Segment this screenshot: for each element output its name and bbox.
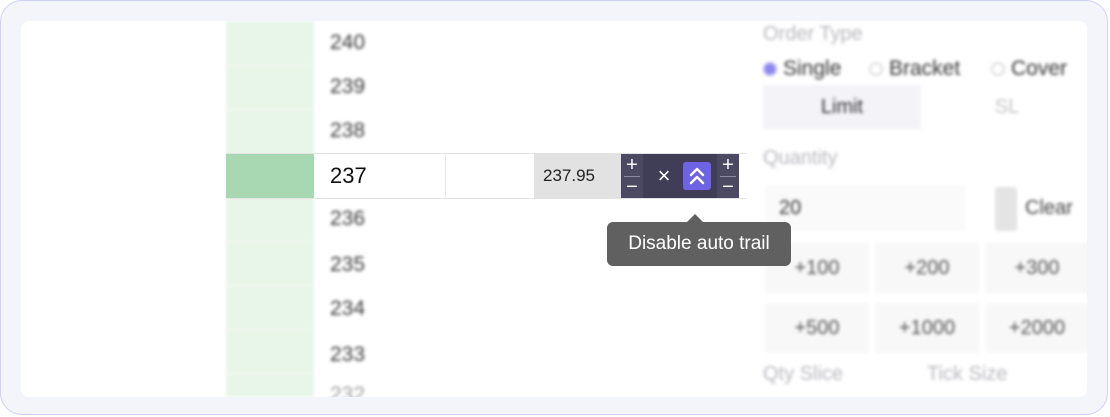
decrease-price-button[interactable]: − (621, 176, 643, 198)
tab-sl[interactable]: SL (927, 85, 1087, 129)
quantity-label: Quantity (763, 147, 838, 169)
qty-add-1000[interactable]: +1000 (875, 303, 979, 353)
order-type-bracket[interactable]: Bracket (869, 57, 960, 81)
qty-add-500[interactable]: +500 (765, 303, 869, 353)
order-panel: Order Type Single Bracket Cover Limit SL… (743, 21, 1087, 397)
volume-column (226, 21, 314, 397)
double-chevron-up-icon (689, 167, 705, 185)
ladder-row[interactable]: 240 (314, 21, 754, 65)
trail-stepper: + − (717, 154, 739, 198)
increase-trail-button[interactable]: + (717, 154, 739, 176)
active-price: 237 (330, 163, 367, 188)
tab-limit[interactable]: Limit (763, 85, 921, 129)
qty-add-200[interactable]: +200 (875, 243, 979, 293)
price-stepper: + − (621, 154, 643, 198)
ladder-price: 238 (330, 119, 366, 142)
qty-add-300[interactable]: +300 (985, 243, 1087, 293)
ltp-value: 237.95 (534, 154, 621, 198)
quantity-input[interactable]: 20 (765, 185, 965, 231)
order-type-single[interactable]: Single (763, 57, 841, 81)
increase-price-button[interactable]: + (621, 154, 643, 176)
active-ladder-row[interactable]: 237 237.95 + − × + − (226, 153, 746, 199)
order-type-cover[interactable]: Cover (991, 57, 1067, 81)
ladder-row[interactable]: 233 (314, 333, 754, 377)
active-volume-cell (226, 154, 314, 198)
qty-slice-label: Qty Slice (763, 363, 844, 385)
tick-size-label: Tick Size (927, 363, 1008, 385)
qty-add-2000[interactable]: +2000 (985, 303, 1087, 353)
ladder-price: 232 (330, 383, 366, 397)
clear-button[interactable]: Clear (1025, 197, 1073, 220)
ladder-price: 233 (330, 343, 366, 366)
auto-trail-button[interactable] (683, 162, 711, 190)
ladder-price: 239 (330, 75, 366, 98)
tooltip: Disable auto trail (607, 214, 791, 266)
radio-icon (763, 62, 777, 77)
order-controls: × (643, 154, 717, 198)
ladder-row[interactable]: 238 (314, 109, 754, 153)
ladder-row[interactable]: 232 (314, 373, 754, 397)
ladder-price: 235 (330, 253, 366, 276)
radio-icon (869, 62, 883, 77)
ladder-price: 240 (330, 31, 366, 54)
decrease-trail-button[interactable]: − (717, 176, 739, 198)
ladder-row[interactable]: 234 (314, 287, 754, 331)
ladder-price: 234 (330, 297, 366, 320)
ladder-row[interactable]: 239 (314, 65, 754, 109)
close-icon[interactable]: × (653, 154, 675, 198)
order-type-label: Order Type (763, 23, 863, 45)
radio-icon (991, 62, 1005, 77)
price-ladder: 240 239 238 236 235 234 233 232 (314, 21, 754, 397)
trading-card: 240 239 238 236 235 234 233 232 Order Ty… (21, 21, 1087, 397)
window-frame: 240 239 238 236 235 234 233 232 Order Ty… (0, 0, 1108, 415)
ladder-price: 236 (330, 207, 366, 230)
stepper-icon[interactable] (995, 187, 1017, 231)
